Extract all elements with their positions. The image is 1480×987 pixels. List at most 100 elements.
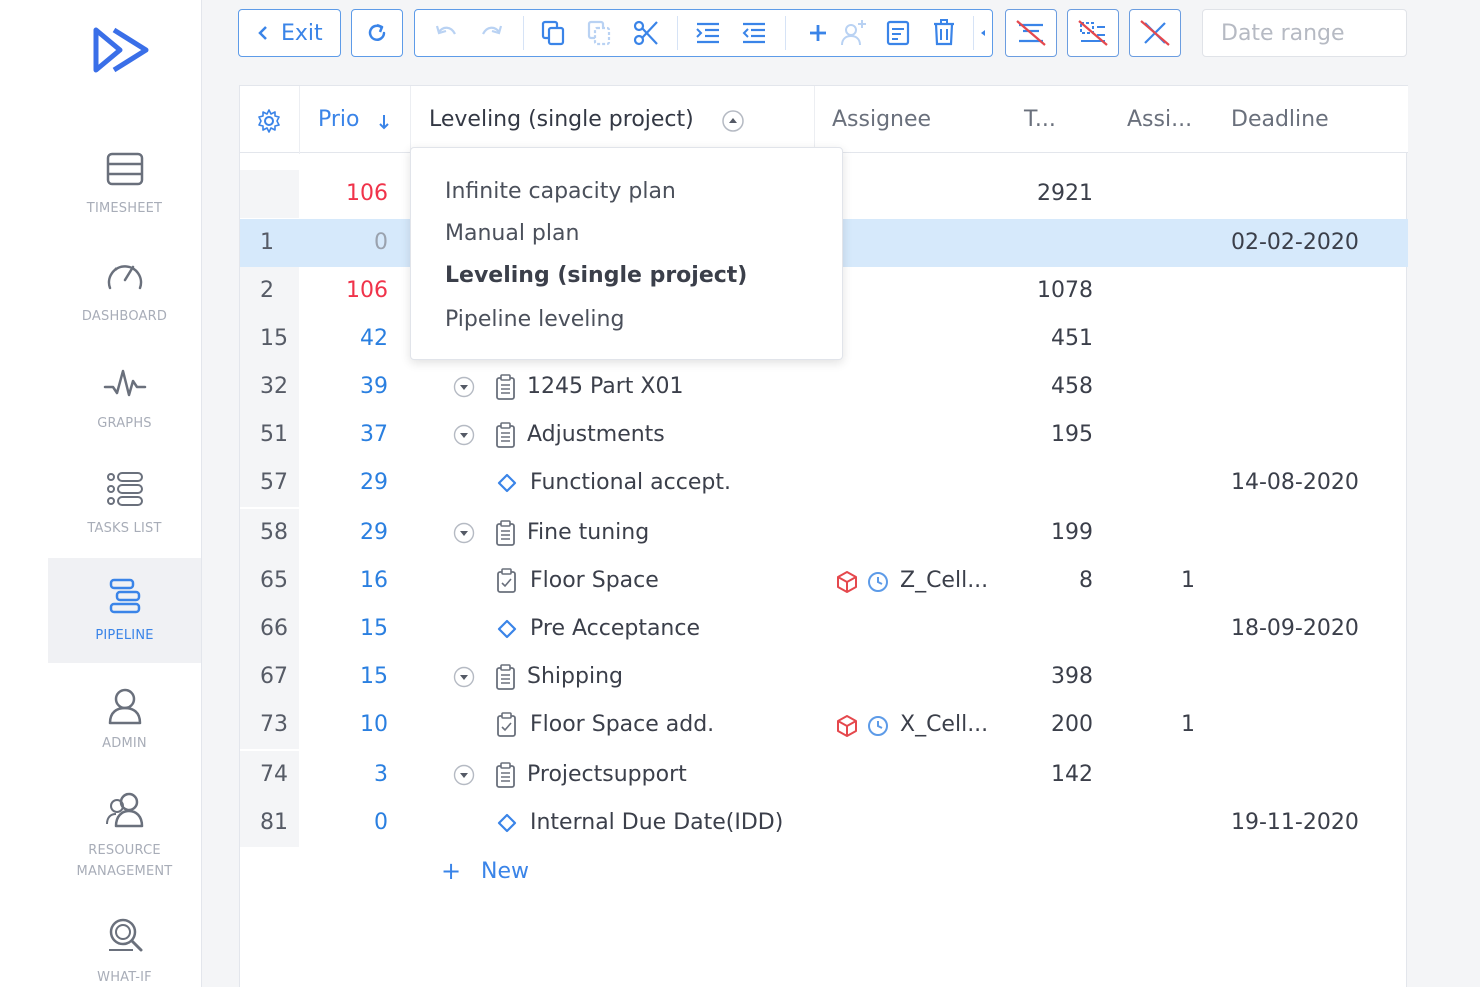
table-row[interactable]: 67 15 Shipping 398: [240, 653, 1408, 701]
task-name[interactable]: Internal Due Date(IDD): [530, 799, 783, 847]
resource-management-icon: [105, 792, 143, 828]
add-user-icon[interactable]: [839, 10, 869, 56]
table-row[interactable]: 81 0 Internal Due Date(IDD) 19-11-2020: [240, 799, 1408, 847]
chevron-up-icon[interactable]: [721, 109, 745, 133]
nav-item-resource-management[interactable]: RESOURCE MANAGEMENT: [48, 782, 201, 887]
chevron-down-icon[interactable]: [453, 522, 475, 544]
clear-constraints-icon: [1140, 20, 1170, 46]
row-priority[interactable]: 29: [300, 509, 388, 557]
row-priority[interactable]: 39: [300, 363, 388, 411]
row-priority[interactable]: 29: [300, 459, 388, 507]
redo-icon[interactable]: [479, 10, 505, 56]
table-row[interactable]: 74 3 Projectsupport 142: [240, 751, 1408, 799]
copy-icon[interactable]: [539, 10, 569, 56]
task-name[interactable]: Adjustments: [527, 411, 665, 459]
row-deadline[interactable]: 14-08-2020: [1231, 459, 1359, 507]
clock-icon: [868, 572, 888, 592]
chevron-down-icon[interactable]: [453, 424, 475, 446]
task-check-icon: [497, 712, 516, 737]
assignee-name[interactable]: Z_Cell...: [900, 557, 988, 605]
undo-icon[interactable]: [433, 10, 459, 56]
task-name[interactable]: Pre Acceptance: [530, 605, 700, 653]
table-row[interactable]: 73 10 Floor Space add. X_Cell... 200 1: [240, 701, 1408, 749]
row-priority[interactable]: 106: [300, 170, 388, 218]
row-priority[interactable]: 15: [300, 653, 388, 701]
task-name[interactable]: Shipping: [527, 653, 623, 701]
row-priority[interactable]: 15: [300, 605, 388, 653]
app-logo-icon[interactable]: [90, 24, 156, 76]
clear-constraints-button[interactable]: [1129, 9, 1181, 57]
task-name[interactable]: Functional accept.: [530, 459, 731, 507]
table-row[interactable]: 65 16 Floor Space Z_Cell... 8 1: [240, 557, 1408, 605]
nav-item-tasks-list[interactable]: TASKS LIST: [48, 460, 201, 565]
chevron-down-icon[interactable]: [453, 376, 475, 398]
column-header-t[interactable]: T...: [1024, 106, 1056, 134]
row-priority[interactable]: 10: [300, 701, 388, 749]
row-priority[interactable]: 37: [300, 411, 388, 459]
refresh-button[interactable]: [351, 9, 403, 57]
indent-icon[interactable]: [693, 10, 723, 56]
column-header-assignee[interactable]: Assignee: [832, 106, 931, 134]
nav-item-timesheet[interactable]: TIMESHEET: [48, 140, 201, 245]
nav-item-admin[interactable]: ADMIN: [48, 678, 201, 783]
sort-down-icon[interactable]: [377, 113, 391, 131]
table-row[interactable]: 66 15 Pre Acceptance 18-09-2020: [240, 605, 1408, 653]
column-header-deadline[interactable]: Deadline: [1231, 106, 1329, 134]
nav-label-graphs: GRAPHS: [97, 416, 152, 431]
row-priority[interactable]: 16: [300, 557, 388, 605]
scissors-icon[interactable]: [631, 10, 661, 56]
row-priority[interactable]: 42: [300, 315, 388, 363]
task-name[interactable]: Floor Space add.: [530, 701, 714, 749]
chevron-down-icon[interactable]: [453, 666, 475, 688]
exit-button[interactable]: Exit: [238, 9, 341, 57]
nav-item-pipeline[interactable]: PIPELINE: [48, 558, 201, 663]
row-t-value: 1078: [1037, 278, 1093, 303]
column-header-leveling[interactable]: Leveling (single project): [429, 106, 694, 134]
more-left-icon[interactable]: [977, 10, 989, 56]
task-name[interactable]: 1245 Part X01: [527, 363, 683, 411]
task-name[interactable]: Projectsupport: [527, 751, 687, 799]
leveling-dropdown: Infinite capacity plan Manual plan Level…: [410, 147, 843, 360]
outdent-icon[interactable]: [739, 10, 769, 56]
row-deadline[interactable]: 02-02-2020: [1231, 219, 1359, 267]
table-row[interactable]: 57 29 Functional accept. 14-08-2020: [240, 459, 1408, 507]
dropdown-option-leveling-single[interactable]: Leveling (single project): [445, 261, 747, 291]
gear-icon[interactable]: [256, 108, 282, 134]
nav-item-what-if[interactable]: WHAT-IF: [48, 908, 201, 987]
row-deadline[interactable]: 19-11-2020: [1231, 799, 1359, 847]
row-index: 74: [240, 751, 299, 799]
row-priority[interactable]: 0: [300, 219, 388, 267]
chevron-down-icon[interactable]: [453, 764, 475, 786]
row-deadline[interactable]: 18-09-2020: [1231, 605, 1359, 653]
table-row[interactable]: 58 29 Fine tuning 199: [240, 509, 1408, 557]
date-range-input[interactable]: [1202, 9, 1407, 57]
column-header-prio[interactable]: Prio: [318, 106, 360, 134]
task-name[interactable]: Fine tuning: [527, 509, 649, 557]
dropdown-option-manual-plan[interactable]: Manual plan: [445, 219, 579, 249]
row-index: 32: [240, 363, 299, 411]
nav-label-timesheet: TIMESHEET: [86, 201, 163, 216]
row-priority[interactable]: 0: [300, 799, 388, 847]
task-name[interactable]: Floor Space: [530, 557, 659, 605]
table-row[interactable]: 32 39 1245 Part X01 458: [240, 363, 1408, 411]
new-task-button[interactable]: + New: [441, 853, 529, 889]
clear-baseline-button[interactable]: [1005, 9, 1057, 57]
details-icon[interactable]: [883, 10, 913, 56]
row-priority[interactable]: 106: [300, 267, 388, 315]
row-priority[interactable]: 3: [300, 751, 388, 799]
paste-icon[interactable]: [585, 10, 615, 56]
add-icon[interactable]: [805, 10, 831, 56]
dropdown-option-infinite-capacity[interactable]: Infinite capacity plan: [445, 177, 676, 207]
resource-cube-icon: [837, 571, 857, 593]
nav-item-graphs[interactable]: GRAPHS: [48, 355, 201, 460]
nav-label-pipeline: PIPELINE: [95, 628, 154, 643]
assignee-icons: [834, 569, 890, 593]
column-header-assi[interactable]: Assi...: [1127, 106, 1192, 134]
dropdown-option-pipeline-leveling[interactable]: Pipeline leveling: [445, 305, 624, 335]
trash-icon[interactable]: [929, 10, 959, 56]
table-row[interactable]: 51 37 Adjustments 195: [240, 411, 1408, 459]
assignee-name[interactable]: X_Cell...: [900, 701, 988, 749]
nav-item-dashboard[interactable]: DASHBOARD: [48, 248, 201, 353]
sidebar: TIMESHEET DASHBOARD GRAPHS TASKS LIST PI…: [0, 0, 202, 987]
clear-dependencies-button[interactable]: [1067, 9, 1119, 57]
